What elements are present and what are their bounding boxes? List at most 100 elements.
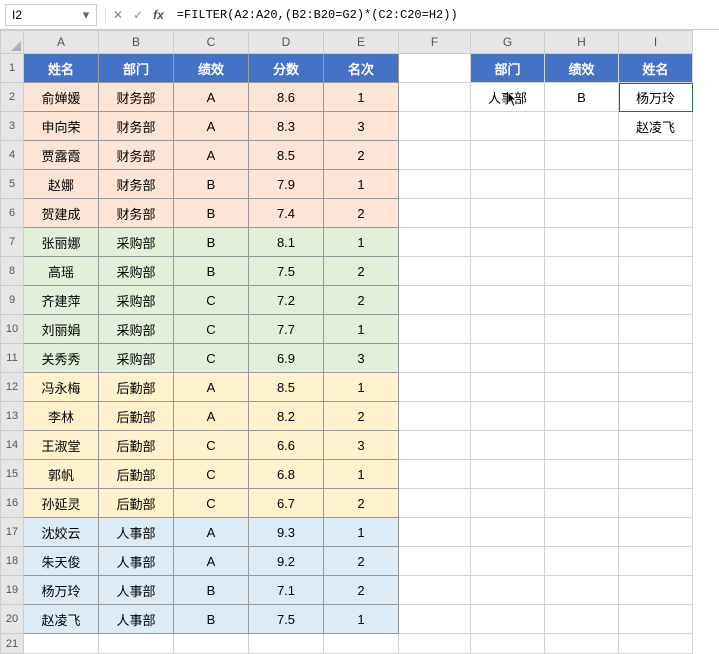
cell-F17[interactable] (399, 518, 471, 547)
data-3-2[interactable]: A (174, 112, 249, 141)
data-16-2[interactable]: C (174, 489, 249, 518)
cell-I3[interactable]: 赵凌飞 (619, 112, 693, 141)
cell-r21-1[interactable] (99, 634, 174, 654)
cell-G2[interactable]: 人事部 (471, 83, 545, 112)
col-header-A[interactable]: A (24, 30, 99, 54)
cell-I10[interactable] (619, 315, 693, 344)
main-header-1[interactable]: 部门 (99, 54, 174, 83)
row-header-17[interactable]: 17 (0, 518, 24, 547)
data-8-3[interactable]: 7.5 (249, 257, 324, 286)
data-5-1[interactable]: 财务部 (99, 170, 174, 199)
row-header-10[interactable]: 10 (0, 315, 24, 344)
cell-r21-6[interactable] (471, 634, 545, 654)
cell-F16[interactable] (399, 489, 471, 518)
data-6-0[interactable]: 贺建成 (24, 199, 99, 228)
data-15-4[interactable]: 1 (324, 460, 399, 489)
cell-G19[interactable] (471, 576, 545, 605)
cell-G5[interactable] (471, 170, 545, 199)
row-header-2[interactable]: 2 (0, 83, 24, 112)
data-2-2[interactable]: A (174, 83, 249, 112)
cell-I6[interactable] (619, 199, 693, 228)
data-7-1[interactable]: 采购部 (99, 228, 174, 257)
data-3-4[interactable]: 3 (324, 112, 399, 141)
cell-H13[interactable] (545, 402, 619, 431)
cell-F18[interactable] (399, 547, 471, 576)
cell-H20[interactable] (545, 605, 619, 634)
data-17-0[interactable]: 沈姣云 (24, 518, 99, 547)
data-16-4[interactable]: 2 (324, 489, 399, 518)
cell-H8[interactable] (545, 257, 619, 286)
data-7-3[interactable]: 8.1 (249, 228, 324, 257)
col-header-I[interactable]: I (619, 30, 693, 54)
cell-G17[interactable] (471, 518, 545, 547)
data-5-3[interactable]: 7.9 (249, 170, 324, 199)
data-6-2[interactable]: B (174, 199, 249, 228)
data-12-2[interactable]: A (174, 373, 249, 402)
enter-icon[interactable]: ✓ (128, 8, 148, 22)
data-5-4[interactable]: 1 (324, 170, 399, 199)
data-15-1[interactable]: 后勤部 (99, 460, 174, 489)
cell-I19[interactable] (619, 576, 693, 605)
data-3-1[interactable]: 财务部 (99, 112, 174, 141)
data-18-3[interactable]: 9.2 (249, 547, 324, 576)
cell-G6[interactable] (471, 199, 545, 228)
data-8-1[interactable]: 采购部 (99, 257, 174, 286)
col-header-C[interactable]: C (174, 30, 249, 54)
cell-G20[interactable] (471, 605, 545, 634)
cell-F4[interactable] (399, 141, 471, 170)
cell-G12[interactable] (471, 373, 545, 402)
data-17-3[interactable]: 9.3 (249, 518, 324, 547)
cell-I9[interactable] (619, 286, 693, 315)
data-5-0[interactable]: 赵娜 (24, 170, 99, 199)
cell-H12[interactable] (545, 373, 619, 402)
data-4-2[interactable]: A (174, 141, 249, 170)
cell-G10[interactable] (471, 315, 545, 344)
cell-G7[interactable] (471, 228, 545, 257)
row-header-6[interactable]: 6 (0, 199, 24, 228)
side-header-1[interactable]: 绩效 (545, 54, 619, 83)
cell-I16[interactable] (619, 489, 693, 518)
name-box[interactable] (6, 5, 76, 25)
data-16-3[interactable]: 6.7 (249, 489, 324, 518)
cell-F13[interactable] (399, 402, 471, 431)
cell-I15[interactable] (619, 460, 693, 489)
data-4-1[interactable]: 财务部 (99, 141, 174, 170)
cell-G3[interactable] (471, 112, 545, 141)
data-17-1[interactable]: 人事部 (99, 518, 174, 547)
cell-H7[interactable] (545, 228, 619, 257)
cell-F7[interactable] (399, 228, 471, 257)
cell-F1[interactable] (399, 54, 471, 83)
cell-I2[interactable]: 杨万玲 (619, 83, 693, 112)
cell-H9[interactable] (545, 286, 619, 315)
data-14-2[interactable]: C (174, 431, 249, 460)
data-12-3[interactable]: 8.5 (249, 373, 324, 402)
data-18-0[interactable]: 朱天俊 (24, 547, 99, 576)
side-header-0[interactable]: 部门 (471, 54, 545, 83)
data-13-1[interactable]: 后勤部 (99, 402, 174, 431)
data-9-4[interactable]: 2 (324, 286, 399, 315)
row-header-11[interactable]: 11 (0, 344, 24, 373)
cell-r21-3[interactable] (249, 634, 324, 654)
cell-H10[interactable] (545, 315, 619, 344)
cell-F6[interactable] (399, 199, 471, 228)
cell-I13[interactable] (619, 402, 693, 431)
data-9-3[interactable]: 7.2 (249, 286, 324, 315)
cell-r21-0[interactable] (24, 634, 99, 654)
cell-H2[interactable]: B (545, 83, 619, 112)
cell-H17[interactable] (545, 518, 619, 547)
data-4-3[interactable]: 8.5 (249, 141, 324, 170)
main-header-2[interactable]: 绩效 (174, 54, 249, 83)
data-2-1[interactable]: 财务部 (99, 83, 174, 112)
main-header-3[interactable]: 分数 (249, 54, 324, 83)
cell-F8[interactable] (399, 257, 471, 286)
data-19-3[interactable]: 7.1 (249, 576, 324, 605)
data-20-1[interactable]: 人事部 (99, 605, 174, 634)
data-9-1[interactable]: 采购部 (99, 286, 174, 315)
cell-G11[interactable] (471, 344, 545, 373)
cell-H3[interactable] (545, 112, 619, 141)
data-17-4[interactable]: 1 (324, 518, 399, 547)
data-10-3[interactable]: 7.7 (249, 315, 324, 344)
cell-G8[interactable] (471, 257, 545, 286)
data-2-3[interactable]: 8.6 (249, 83, 324, 112)
cell-F5[interactable] (399, 170, 471, 199)
